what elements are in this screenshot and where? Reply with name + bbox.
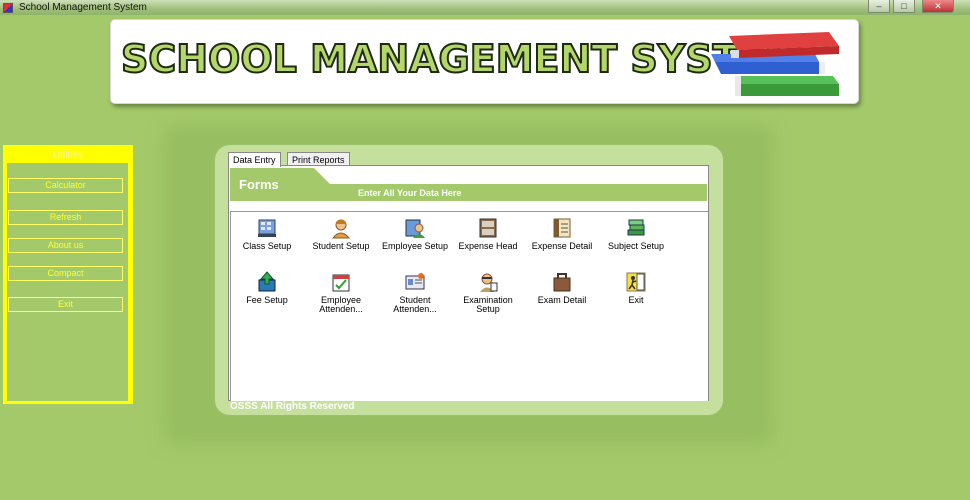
about-us-button[interactable]: About us	[8, 238, 123, 253]
examination-setup-label: Examination Setup	[463, 295, 513, 314]
forms-header-bar	[230, 168, 707, 201]
examination-setup-icon	[480, 273, 498, 292]
student-attendance-label: Student Attenden...	[393, 295, 437, 314]
sidebar-panel	[7, 163, 128, 401]
subject-setup-icon	[627, 219, 645, 236]
minimize-icon: –	[876, 1, 882, 11]
window-titlebar: School Management System	[0, 0, 970, 15]
employee-setup-item[interactable]: Employee Setup	[380, 217, 450, 251]
student-setup-icon	[331, 219, 351, 239]
employee-setup-icon	[405, 219, 425, 238]
exam-detail-item[interactable]: Exam Detail	[527, 271, 597, 305]
class-setup-icon	[258, 219, 276, 237]
subject-setup-item[interactable]: Subject Setup	[601, 217, 671, 251]
subject-setup-label: Subject Setup	[607, 241, 665, 251]
footer-text: OSSS All Rights Reserved	[230, 401, 355, 412]
tab-data-entry[interactable]: Data Entry	[228, 152, 281, 167]
expense-head-icon	[479, 218, 497, 238]
forms-subtitle: Enter All Your Data Here	[358, 188, 462, 198]
exit-label: Exit	[628, 295, 644, 305]
employee-attendance-label: Employee Attenden...	[319, 295, 363, 314]
maximize-icon: □	[901, 1, 907, 11]
expense-detail-icon	[553, 218, 571, 238]
exam-detail-label: Exam Detail	[537, 295, 587, 305]
student-attendance-icon	[405, 273, 425, 290]
forms-title: Forms	[239, 177, 279, 192]
examination-setup-item[interactable]: Examination Setup	[453, 271, 523, 314]
minimize-button[interactable]: –	[868, 0, 890, 13]
fee-setup-label: Fee Setup	[246, 295, 288, 305]
class-setup-item[interactable]: Class Setup	[232, 217, 302, 251]
close-icon: ✕	[934, 0, 942, 11]
fee-setup-icon	[258, 271, 276, 292]
sidebar-heading: Utilties	[52, 150, 83, 161]
exit-item[interactable]: Exit	[601, 271, 671, 305]
header-banner: SCHOOL MANAGEMENT SYSTEM	[110, 19, 859, 104]
expense-head-label: Expense Head	[458, 241, 518, 251]
fee-setup-item[interactable]: Fee Setup	[232, 271, 302, 305]
calculator-button[interactable]: Calculator	[8, 178, 123, 193]
employee-attendance-icon	[332, 274, 350, 292]
books-icon	[711, 32, 839, 96]
maximize-button[interactable]: □	[893, 0, 915, 13]
expense-detail-label: Expense Detail	[531, 241, 593, 251]
exam-detail-icon	[553, 273, 571, 292]
expense-detail-item[interactable]: Expense Detail	[527, 217, 597, 251]
student-setup-label: Student Setup	[312, 241, 370, 251]
close-button[interactable]: ✕	[922, 0, 954, 13]
utilities-sidebar: Utilties Calculator Refresh About us Com…	[3, 145, 133, 404]
student-attendance-item[interactable]: Student Attenden...	[380, 271, 450, 314]
expense-head-item[interactable]: Expense Head	[453, 217, 523, 251]
employee-setup-label: Employee Setup	[381, 241, 449, 251]
tab-print-reports[interactable]: Print Reports	[287, 152, 350, 166]
student-setup-item[interactable]: Student Setup	[306, 217, 376, 251]
window-title: School Management System	[19, 2, 147, 13]
compact-button[interactable]: Compact	[8, 266, 123, 281]
exit-sidebar-button[interactable]: Exit	[8, 297, 123, 312]
exit-icon	[626, 272, 646, 292]
app-icon	[3, 2, 13, 13]
employee-attendance-item[interactable]: Employee Attenden...	[306, 271, 376, 314]
class-setup-label: Class Setup	[242, 241, 292, 251]
refresh-button[interactable]: Refresh	[8, 210, 123, 225]
